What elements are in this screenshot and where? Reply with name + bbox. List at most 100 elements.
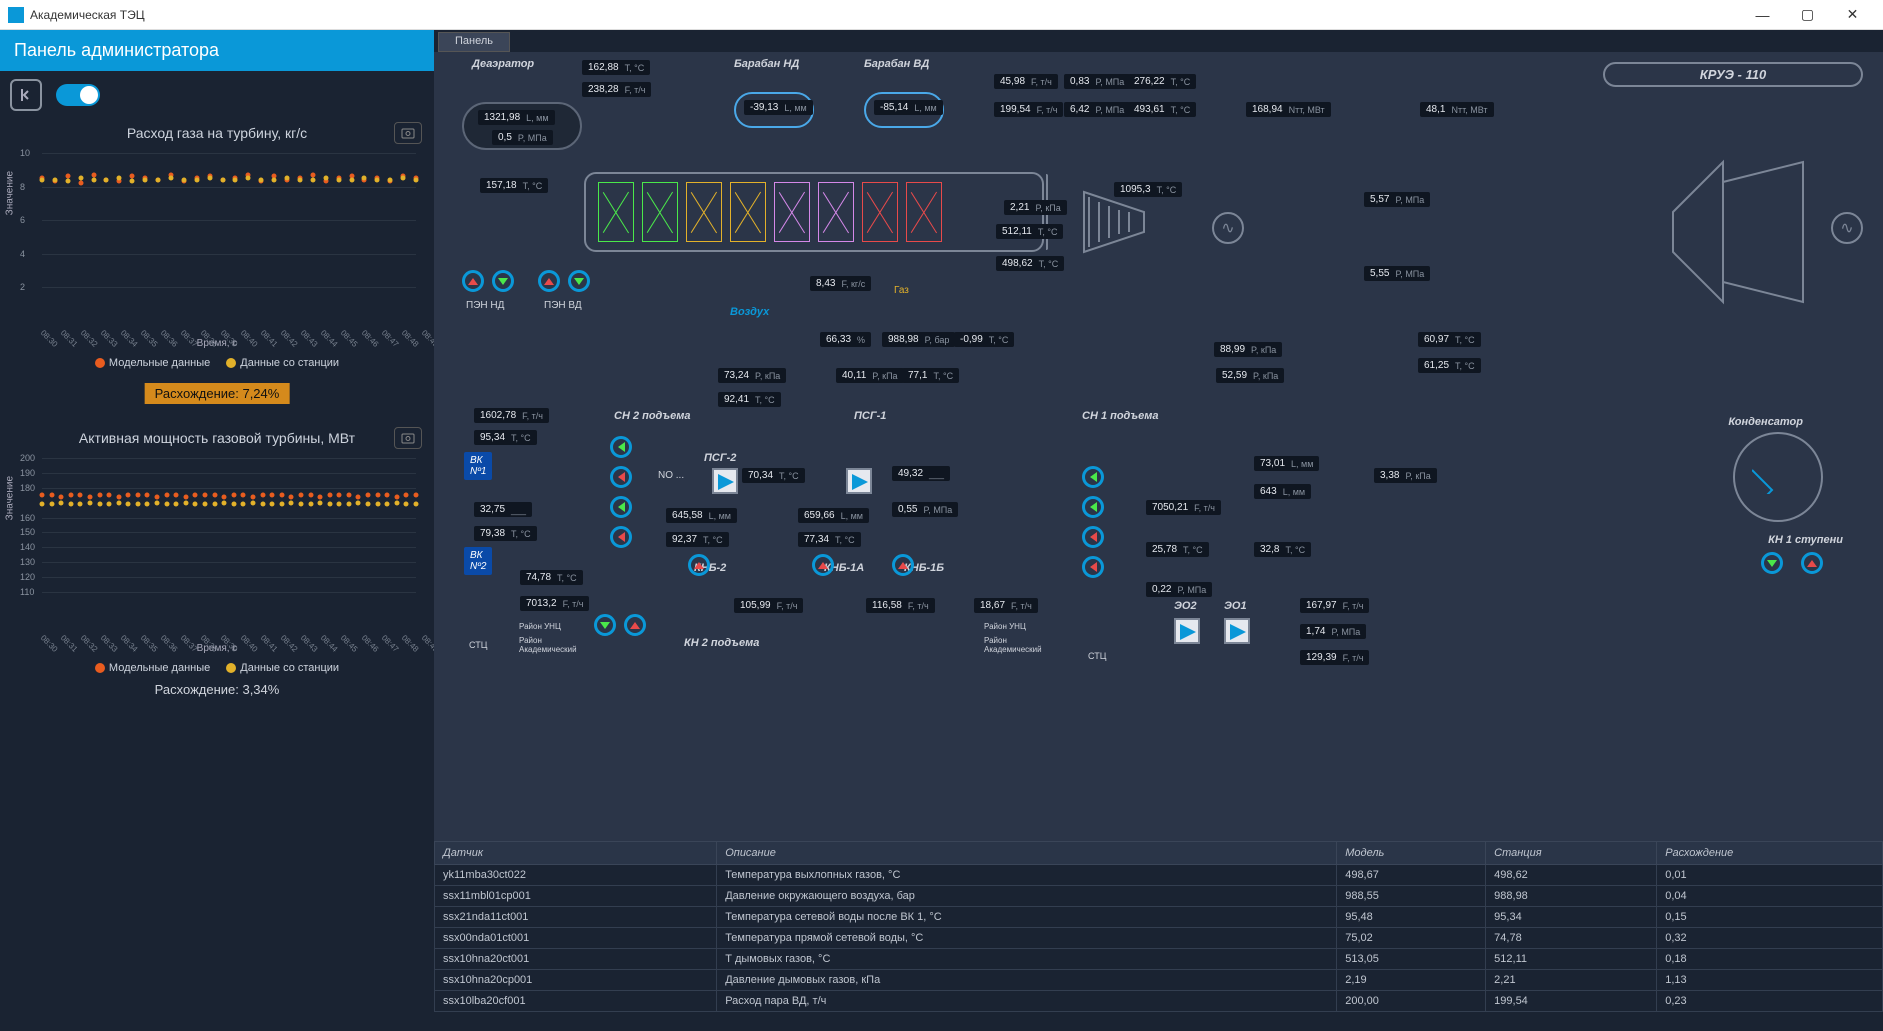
pen-nd-pump-2[interactable]	[492, 270, 514, 292]
value-pt_p1: 5,57P, МПа	[1364, 192, 1430, 207]
table-row[interactable]: ssx11mbl01cp001Давление окружающего возд…	[435, 886, 1883, 907]
minimize-button[interactable]: —	[1740, 0, 1785, 30]
titlebar: Академическая ТЭЦ — ▢ ✕	[0, 0, 1883, 30]
table-row[interactable]: ssx10lba20cf001Расход пара ВД, т/ч200,00…	[435, 991, 1883, 1012]
value-cond_t2: 61,25T, °C	[1418, 358, 1481, 373]
value-psg2_l: 645,58L, мм	[666, 508, 737, 523]
value-psg1_t2: 77,34T, °C	[798, 532, 861, 547]
sn2-pump-4[interactable]	[610, 526, 632, 548]
live-toggle[interactable]	[56, 84, 100, 106]
pen-vd-pump-1[interactable]	[538, 270, 560, 292]
value-cond_t: 60,97T, °C	[1418, 332, 1481, 347]
value-deaer_p: 0,5P, МПа	[492, 130, 553, 145]
bk1-button[interactable]: ВК Nº1	[464, 452, 492, 480]
table-header[interactable]: Описание	[717, 842, 1337, 865]
value-ex_p: 2,21P, кПа	[1004, 200, 1067, 215]
boiler-body	[584, 172, 1044, 252]
value-psg1_p: 40,11P, кПа	[836, 368, 904, 383]
value-cond_l2: 643L, мм	[1254, 484, 1311, 499]
value-sn1_p: 0,22P, МПа	[1146, 582, 1212, 597]
kn1-pump-1[interactable]	[1761, 552, 1783, 574]
bk2-button[interactable]: ВК Nº2	[464, 547, 492, 575]
collapse-sidebar-button[interactable]	[10, 79, 42, 111]
label-rayon-unc-r: Район УНЦ	[984, 622, 1026, 631]
camera-icon	[401, 432, 415, 444]
label-rayon-unc-l: Район УНЦ	[519, 622, 561, 631]
sensor-table[interactable]: ДатчикОписаниеМодельСтанцияРасхождение y…	[434, 841, 1883, 1031]
sn1-pump-5[interactable]	[1082, 556, 1104, 578]
table-row[interactable]: ssx10hna20ct001Т дымовых газов, °C513,05…	[435, 949, 1883, 970]
value-psg1_t: 77,1T, °C	[902, 368, 959, 383]
value-bk_t2: 32,75___	[474, 502, 532, 517]
value-bk_t4: 74,78T, °C	[520, 570, 583, 585]
chart-1: Расход газа на турбину, кг/с Значение 10…	[0, 119, 434, 424]
generator-gt	[1212, 212, 1244, 244]
tab-panel[interactable]: Панель	[438, 32, 510, 52]
chart-2-title: Активная мощность газовой турбины, МВт	[12, 430, 422, 446]
label-eo1: ЭО1	[1224, 600, 1247, 612]
maximize-button[interactable]: ▢	[1785, 0, 1830, 30]
psg1-box	[846, 468, 872, 494]
value-psg2_t: 92,41T, °C	[718, 392, 781, 407]
label-drum-vd: Барабан ВД	[864, 58, 929, 70]
eo2-box	[1174, 618, 1200, 644]
generator-pt	[1831, 212, 1863, 244]
table-header[interactable]: Расхождение	[1657, 842, 1883, 865]
value-air_p: 988,98P, бар	[882, 332, 955, 347]
admin-panel-title: Панель администратора	[0, 30, 434, 71]
value-kn1_t: 32,8T, °C	[1254, 542, 1311, 557]
label-deaerator: Деаэратор	[472, 58, 534, 70]
value-bk_f2: 7013,2F, т/ч	[520, 596, 589, 611]
value-deaer_f: 238,28F, т/ч	[582, 82, 651, 97]
chart-2-screenshot-button[interactable]	[394, 427, 422, 449]
value-bk_t3: 79,38T, °C	[474, 526, 537, 541]
value-psg1_p2: 49,32___	[892, 466, 950, 481]
knb2-pump[interactable]	[688, 554, 710, 576]
label-stc-r: СТЦ	[1088, 651, 1106, 661]
label-sn2: СН 2 подъема	[614, 410, 691, 422]
table-row[interactable]: ssx21nda11ct001Температура сетевой воды …	[435, 907, 1883, 928]
tab-bar: Панель	[434, 30, 1883, 52]
label-gaz: Газ	[894, 285, 909, 296]
knb1b-pump[interactable]	[892, 554, 914, 576]
value-bk_t1: 95,34T, °C	[474, 430, 537, 445]
value-air_pc: 66,33%	[820, 332, 871, 347]
pen-nd-pump-1[interactable]	[462, 270, 484, 292]
knb1a-pump[interactable]	[812, 554, 834, 576]
table-header[interactable]: Станция	[1486, 842, 1657, 865]
value-ntt1: 168,94Nтт, МВт	[1246, 102, 1331, 117]
sn2-pump-1[interactable]	[610, 436, 632, 458]
sn1-pump-4[interactable]	[1082, 526, 1104, 548]
label-psg1: ПСГ-1	[854, 410, 886, 422]
label-kn1: КН 1 ступени	[1768, 534, 1843, 546]
table-header[interactable]: Датчик	[435, 842, 717, 865]
pen-vd-pump-2[interactable]	[568, 270, 590, 292]
table-row[interactable]: ssx10hna20cp001Давление дымовых газов, к…	[435, 970, 1883, 991]
kn1-pump-2[interactable]	[1801, 552, 1823, 574]
chart-1-title: Расход газа на турбину, кг/с	[12, 125, 422, 141]
table-row[interactable]: ssx00nda01ct001Температура прямой сетево…	[435, 928, 1883, 949]
kn2-pump-2[interactable]	[624, 614, 646, 636]
value-ex_t: 512,11T, °C	[996, 224, 1063, 239]
close-button[interactable]: ✕	[1830, 0, 1875, 30]
value-psg2_f: 105,99F, т/ч	[734, 598, 803, 613]
table-row[interactable]: yk11mba30ct022Температура выхлопных газо…	[435, 865, 1883, 886]
label-vozduh: Воздух	[730, 306, 769, 318]
label-rayon-akad-l: Район Академический	[519, 636, 577, 654]
value-ex_t2: 498,62T, °C	[996, 256, 1064, 271]
value-sn2_p: 52,59P, кПа	[1216, 368, 1284, 383]
sn2-pump-3[interactable]	[610, 496, 632, 518]
chart-1-screenshot-button[interactable]	[394, 122, 422, 144]
label-pen-nd: ПЭН НД	[466, 300, 504, 311]
label-eo2: ЭО2	[1174, 600, 1197, 612]
sn1-pump-3[interactable]	[1082, 496, 1104, 518]
sn1-pump-2[interactable]	[1082, 466, 1104, 488]
synoptic-diagram[interactable]: Деаэратор Барабан НД Барабан ВД КРУЭ - 1…	[434, 52, 1883, 821]
value-sn1_f: 7050,21F, т/ч	[1146, 500, 1221, 515]
chart-2-ylabel: Значение	[5, 476, 16, 520]
table-header[interactable]: Модель	[1337, 842, 1486, 865]
value-bk_f1: 1602,78F, т/ч	[474, 408, 549, 423]
psg2-box	[712, 468, 738, 494]
sn2-pump-2[interactable]	[610, 466, 632, 488]
kn2-pump-1[interactable]	[594, 614, 616, 636]
